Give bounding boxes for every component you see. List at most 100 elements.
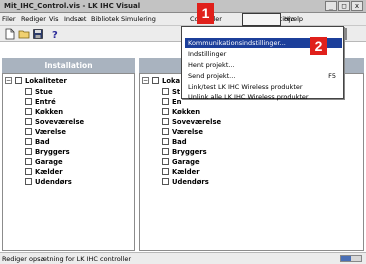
collapse-icon[interactable]: − — [142, 77, 149, 84]
tree-item-label: Kælder — [172, 167, 200, 176]
tree-item[interactable]: Soveværelse — [162, 117, 221, 126]
room-box-icon — [25, 98, 32, 105]
room-box-icon — [162, 178, 169, 185]
tree-root-row[interactable]: − Loka — [142, 76, 180, 85]
room-box-icon — [162, 128, 169, 135]
window-title: Mit_IHC_Control.vis - LK IHC Visual — [4, 2, 141, 10]
menu-item-label: Indstillinger — [188, 50, 227, 58]
tree-item-label: Bad — [35, 137, 50, 146]
window-controls: _ □ x — [325, 1, 363, 11]
tree-item[interactable]: Garage — [25, 157, 63, 166]
tree-item-label: Garage — [35, 157, 63, 166]
menu-item-unlink-wireless[interactable]: Unlink alle LK IHC Wireless produkter — [185, 92, 342, 102]
tree-item-label: Udendørs — [172, 177, 209, 186]
tree-item[interactable]: Bryggers — [162, 147, 207, 156]
tree-item[interactable]: Værelse — [162, 127, 203, 136]
room-box-icon — [162, 158, 169, 165]
tree-root-label: Lokaliteter — [25, 76, 67, 85]
tree-item[interactable]: Bad — [25, 137, 50, 146]
close-button[interactable]: x — [351, 1, 363, 11]
status-progress-fill — [341, 256, 351, 261]
menu-item-link-test-wireless[interactable]: Link/test LK IHC Wireless produkter — [185, 82, 342, 92]
tree-item[interactable]: Kælder — [162, 167, 200, 176]
save-disk-icon[interactable] — [32, 28, 44, 40]
callout-2: 2 — [310, 37, 327, 55]
room-box-icon — [162, 118, 169, 125]
room-box-icon — [25, 158, 32, 165]
callout-1: 1 — [197, 3, 214, 24]
menu-item-send-projekt[interactable]: Send projekt... F5 — [185, 71, 342, 81]
menu-simulering[interactable]: Simulering — [121, 15, 156, 23]
status-bar: Rediger opsætning for LK IHC controller — [0, 252, 366, 264]
tree-item-label: Kælder — [35, 167, 63, 176]
room-box-icon — [162, 108, 169, 115]
tree-item[interactable]: Udendørs — [25, 177, 72, 186]
tree-item[interactable]: Værelse — [25, 127, 66, 136]
tree-item-label: Stue — [35, 87, 53, 96]
tree-item-label: Soveværelse — [172, 117, 222, 126]
tree-root-row[interactable]: − Lokaliteter — [5, 76, 67, 85]
room-box-icon — [162, 98, 169, 105]
tree-item-label: Køkken — [172, 107, 201, 116]
room-box-icon — [162, 88, 169, 95]
menu-item-label: Send projekt... — [188, 72, 236, 80]
menu-item-label: Link/test LK IHC Wireless produkter — [188, 83, 303, 91]
tree-item[interactable]: St — [162, 87, 180, 96]
help-icon[interactable]: ? — [49, 28, 61, 40]
menu-item-shortcut: F5 — [328, 72, 336, 80]
tree-item[interactable]: Bryggers — [25, 147, 70, 156]
tree-item-label: Bad — [172, 137, 187, 146]
tree-item[interactable]: Garage — [162, 157, 200, 166]
tree-item-label: Køkken — [35, 107, 64, 116]
menu-bar: Filer Rediger Vis Indsæt Bibliotek Simul… — [0, 13, 366, 26]
room-box-icon — [25, 168, 32, 175]
toolbar-separator — [345, 28, 347, 40]
open-folder-icon[interactable] — [18, 28, 30, 40]
controller-menu-highlight — [242, 13, 281, 26]
menu-indsaet[interactable]: Indsæt — [64, 15, 86, 23]
tree-item-label: Entré — [35, 97, 56, 106]
tree-item[interactable]: En — [162, 97, 181, 106]
menu-item-hent-projekt[interactable]: Hent projekt... — [185, 60, 342, 70]
menu-filer[interactable]: Filer — [2, 15, 16, 23]
status-text: Rediger opsætning for LK IHC controller — [2, 255, 132, 263]
menu-vis[interactable]: Vis — [49, 15, 59, 23]
maximize-button[interactable]: □ — [338, 1, 350, 11]
room-box-icon — [25, 148, 32, 155]
collapse-icon[interactable]: − — [5, 77, 12, 84]
tree-root-label: Loka — [162, 76, 181, 85]
menu-hjaelp[interactable]: Hjælp — [284, 15, 303, 23]
minimize-button[interactable]: _ — [325, 1, 337, 11]
tree-item-label: Bryggers — [35, 147, 70, 156]
menu-rediger[interactable]: Rediger — [21, 15, 46, 23]
room-box-icon — [25, 118, 32, 125]
tree-item[interactable]: Køkken — [25, 107, 63, 116]
status-progress-bar — [340, 255, 362, 262]
new-file-icon[interactable] — [4, 28, 16, 40]
tree-item[interactable]: Udendørs — [162, 177, 209, 186]
tree-item-label: Udendørs — [35, 177, 72, 186]
location-box-icon — [15, 77, 22, 84]
menu-bibliotek[interactable]: Bibliotek — [91, 15, 119, 23]
tree-item[interactable]: Soveværelse — [25, 117, 84, 126]
location-box-icon — [152, 77, 159, 84]
room-box-icon — [162, 138, 169, 145]
room-box-icon — [162, 168, 169, 175]
tree-item-label: St — [172, 87, 181, 96]
room-box-icon — [25, 138, 32, 145]
tree-item[interactable]: Entré — [25, 97, 56, 106]
room-box-icon — [162, 148, 169, 155]
svg-text:?: ? — [52, 30, 58, 40]
menu-item-label: Unlink alle LK IHC Wireless produkter — [188, 93, 309, 101]
tree-item-label: Bryggers — [172, 147, 207, 156]
tree-item[interactable]: Bad — [162, 137, 187, 146]
tree-item[interactable]: Stue — [25, 87, 53, 96]
room-box-icon — [25, 178, 32, 185]
room-box-icon — [25, 88, 32, 95]
tree-item-label: Soveværelse — [35, 117, 85, 126]
title-bar: Mit_IHC_Control.vis - LK IHC Visual _ □ … — [0, 0, 366, 13]
tree-item[interactable]: Kælder — [25, 167, 63, 176]
room-box-icon — [25, 128, 32, 135]
tree-item[interactable]: Køkken — [162, 107, 200, 116]
tree-item-label: Værelse — [172, 127, 203, 136]
